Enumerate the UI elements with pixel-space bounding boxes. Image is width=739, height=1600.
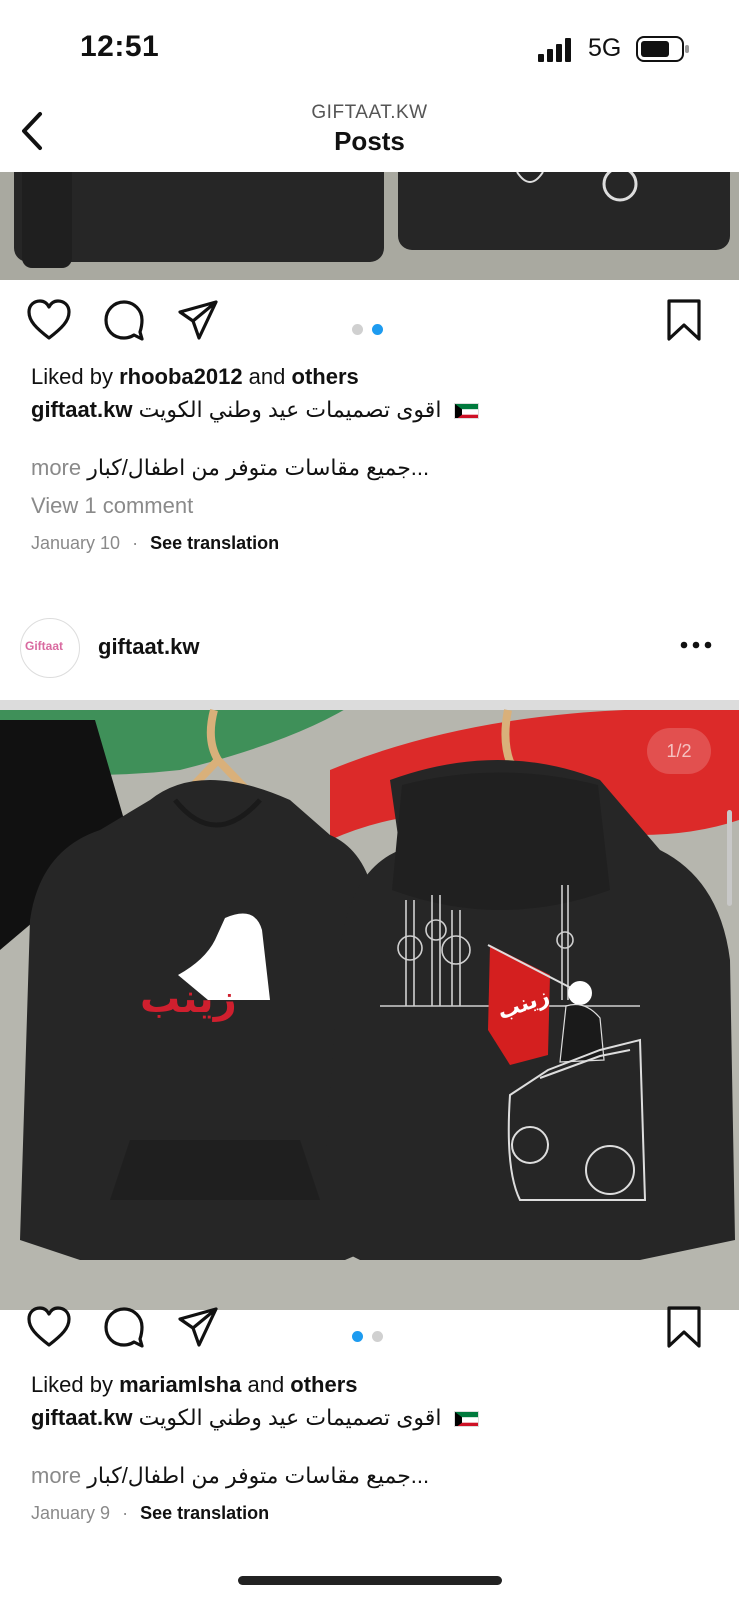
caption-text: اقوى تصميمات عيد وطني الكويت (138, 1405, 442, 1430)
more-link[interactable]: more (31, 455, 81, 480)
carousel-indicator (352, 322, 392, 340)
post2-caption: giftaat.kw اقوى تصميمات عيد وطني الكويت (31, 1405, 479, 1431)
status-time: 12:51 (80, 30, 160, 63)
post1-caption: giftaat.kw اقوى تصميمات عيد وطني الكويت (31, 397, 479, 423)
status-bar: 12:51 5G (0, 0, 739, 96)
scrollbar[interactable] (727, 810, 732, 906)
see-translation-link[interactable]: See translation (150, 533, 279, 553)
home-indicator[interactable] (238, 1576, 502, 1585)
post-date: January 10 (31, 533, 121, 553)
post2-image[interactable]: زينب زينب 1/2 (0, 700, 739, 1310)
caption-text: اقوى تصميمات عيد وطني الكويت (138, 397, 442, 422)
carousel-dot-active (372, 324, 383, 335)
comment-icon[interactable] (102, 1305, 146, 1349)
bookmark-icon[interactable] (666, 1305, 702, 1349)
caption-more-text: جميع مقاسات متوفر من اطفال/كبار... (87, 455, 430, 480)
post1-actions (0, 298, 739, 358)
post1-likes[interactable]: Liked by rhooba2012 and others (31, 364, 359, 390)
avatar[interactable]: Giftaat (20, 618, 80, 678)
image-counter: 1/2 (647, 728, 711, 774)
carousel-dot (352, 324, 363, 335)
post2-caption-more: more جميع مقاسات متوفر من اطفال/كبار... (31, 1463, 429, 1489)
carousel-indicator (352, 1329, 392, 1347)
post2-header: Giftaat giftaat.kw (0, 612, 739, 688)
caption-username[interactable]: giftaat.kw (31, 1405, 132, 1430)
comment-icon[interactable] (102, 298, 146, 342)
carousel-dot (372, 1331, 383, 1342)
more-link[interactable]: more (31, 1463, 81, 1488)
battery-icon (636, 36, 689, 62)
caption-more-text: جميع مقاسات متوفر من اطفال/كبار... (87, 1463, 430, 1488)
hoodies-illustration (0, 700, 739, 1310)
post1-image[interactable] (0, 172, 739, 280)
nav-subtitle: GIFTAAT.KW (311, 102, 428, 123)
post2-meta: January 9 · See translation (31, 1503, 270, 1523)
kuwait-flag-icon (453, 403, 479, 419)
heart-icon[interactable] (26, 1305, 72, 1349)
see-translation-link[interactable]: See translation (140, 1503, 269, 1523)
heart-icon[interactable] (26, 298, 72, 342)
share-icon[interactable] (176, 1305, 220, 1349)
post2-likes[interactable]: Liked by mariamlsha and others (31, 1372, 358, 1398)
post1-meta: January 10 · See translation (31, 533, 280, 553)
carousel-dot-active (352, 1331, 363, 1342)
kuwait-flag-icon (453, 1411, 479, 1427)
nav-header: GIFTAAT.KW Posts (0, 96, 739, 172)
share-icon[interactable] (176, 298, 220, 342)
caption-username[interactable]: giftaat.kw (31, 397, 132, 422)
post2-actions (0, 1305, 739, 1365)
bookmark-icon[interactable] (666, 298, 702, 342)
view-comments-link[interactable]: View 1 comment (31, 493, 193, 519)
post-date: January 9 (31, 1503, 111, 1523)
page-title: Posts (334, 126, 405, 156)
hoodie-front-name: زينب (140, 976, 238, 1022)
signal-icon (538, 38, 571, 62)
post1-caption-more: more جميع مقاسات متوفر من اطفال/كبار... (31, 455, 429, 481)
post-username[interactable]: giftaat.kw (98, 634, 199, 660)
more-icon[interactable] (680, 640, 712, 650)
network-type: 5G (588, 34, 622, 62)
